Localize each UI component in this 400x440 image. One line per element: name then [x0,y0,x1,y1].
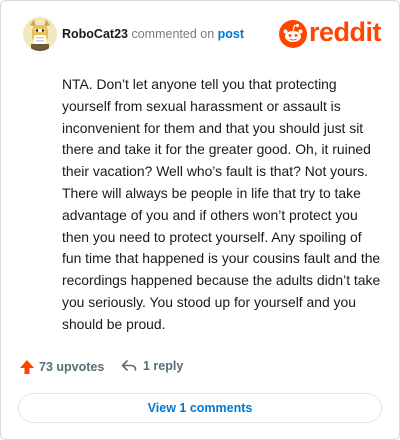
comment-card: RoboCat23 commented on post reddit NTA. … [0,0,400,440]
comment-header: RoboCat23 commented on post reddit [15,15,387,53]
upvote-arrow-icon [20,360,34,374]
post-link[interactable]: post [218,27,244,41]
upvote-count: 73 upvotes [39,360,105,374]
comment-meta: RoboCat23 commented on post [62,27,244,41]
reply-count: 1 reply [143,359,184,373]
reddit-logo[interactable]: reddit [279,17,387,49]
reddit-snoo-icon [279,20,307,48]
reply-icon [121,360,137,371]
avatar[interactable] [23,17,57,51]
reddit-wordmark: reddit [309,17,382,47]
comment-actions: 73 upvotes 1 reply [15,359,387,379]
view-comments-button[interactable]: View 1 comments [18,393,382,423]
commented-on-text: commented on [131,27,215,41]
reply-button[interactable]: 1 reply [121,359,183,373]
username-link[interactable]: RoboCat23 [62,27,128,41]
upvote-button[interactable]: 73 upvotes [19,359,104,375]
comment-body: NTA. Don’t let anyone tell you that prot… [62,76,381,332]
